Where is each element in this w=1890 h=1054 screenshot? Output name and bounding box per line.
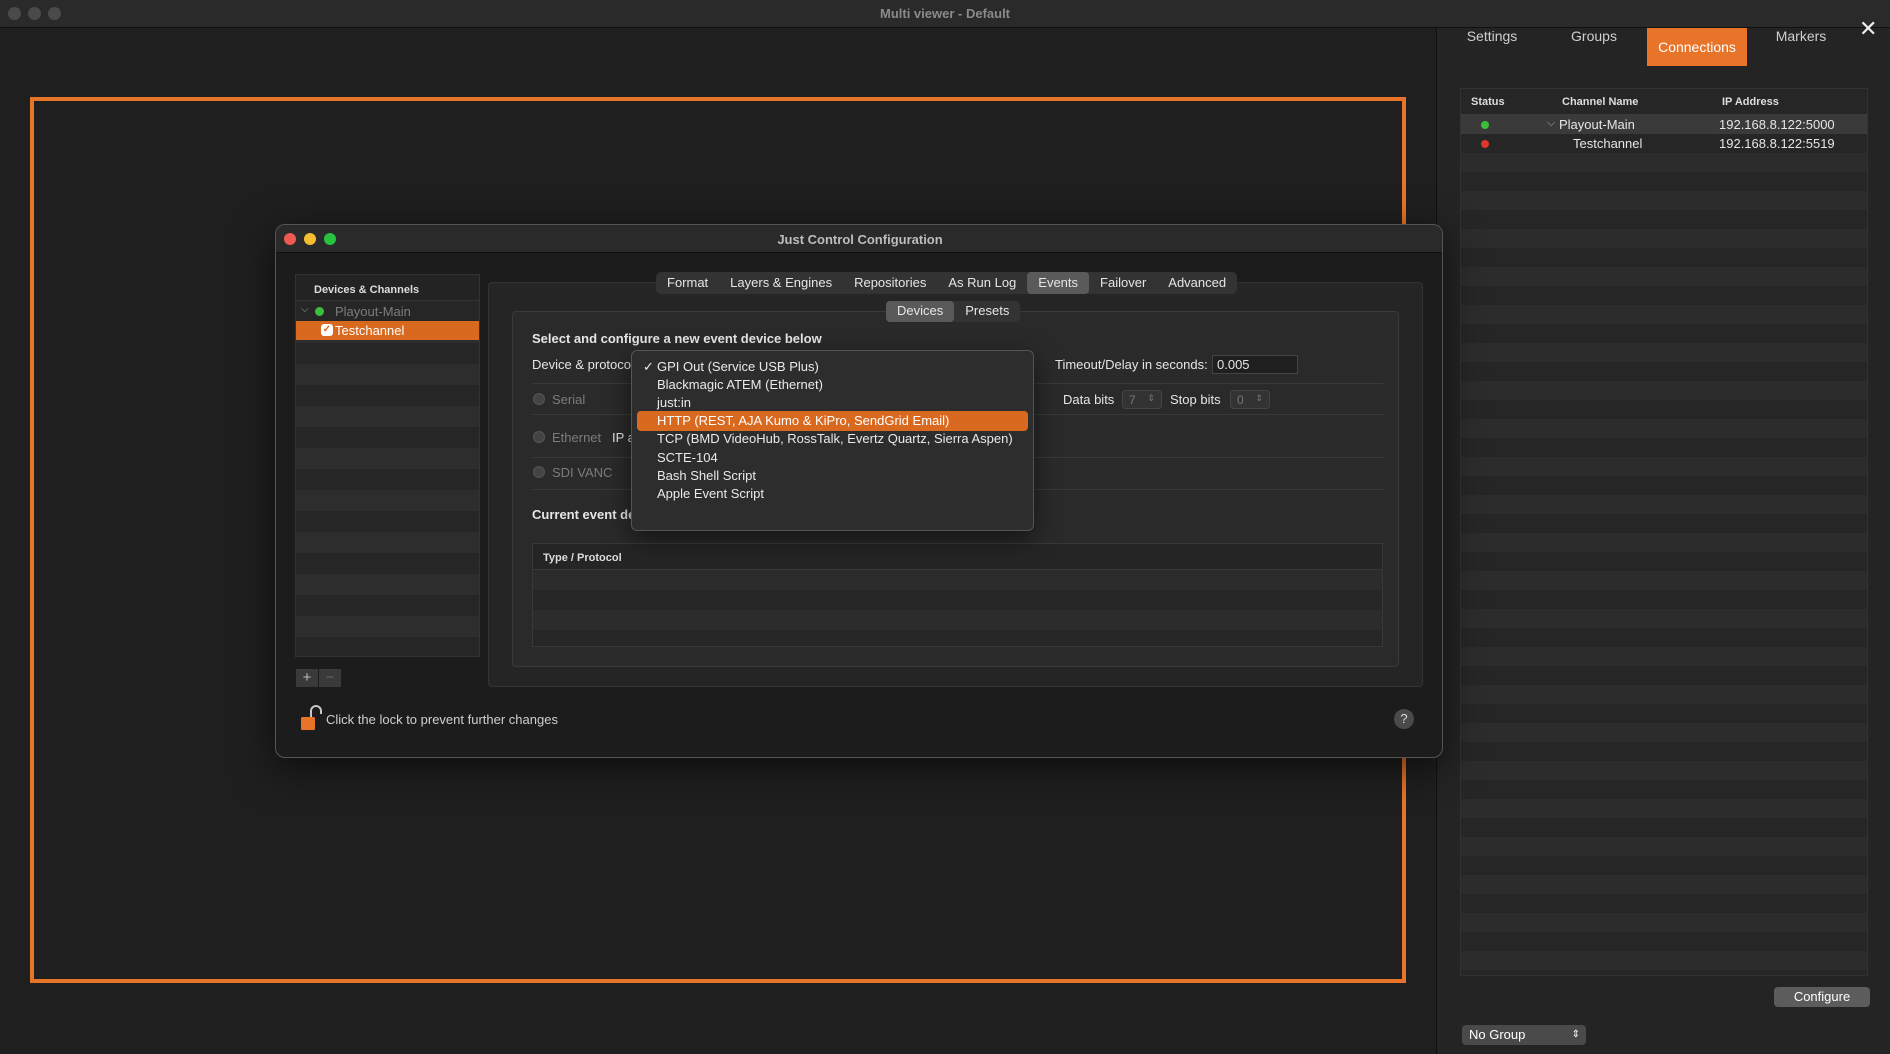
list-item[interactable]: ⌵ Playout-Main <box>296 302 479 321</box>
menu-item-blackmagic-atem[interactable]: Blackmagic ATEM (Ethernet) <box>637 375 1028 395</box>
serial-label: Serial <box>552 392 586 407</box>
list-item[interactable]: ✓ Testchannel <box>296 321 479 340</box>
lock-hint-text: Click the lock to prevent further change… <box>326 712 558 727</box>
chevron-down-icon[interactable]: ⌵ <box>301 304 309 315</box>
table-row[interactable]: ⌵ Playout-Main 192.168.8.122:5000 <box>1461 115 1867 134</box>
timeout-input[interactable]: 0.005 <box>1212 355 1298 374</box>
stop-bits-stepper[interactable]: 0 ⇕ <box>1230 390 1270 409</box>
menu-item-bash-shell-script[interactable]: Bash Shell Script <box>637 466 1028 486</box>
help-button[interactable]: ? <box>1394 709 1414 729</box>
channel-label: Testchannel <box>335 323 405 338</box>
dialog-title: Just Control Configuration <box>777 232 943 247</box>
close-icon[interactable]: ✕ <box>1859 16 1877 42</box>
menu-item-http[interactable]: HTTP (REST, AJA Kumo & KiPro, SendGrid E… <box>637 411 1028 431</box>
group-select[interactable]: No Group ⇕ <box>1462 1025 1586 1045</box>
chevron-down-icon[interactable]: ⌵ <box>1547 117 1555 130</box>
tab-markers[interactable]: Markers <box>1757 17 1845 55</box>
protocol-dropdown-menu: ✓ GPI Out (Service USB Plus) Blackmagic … <box>631 350 1034 531</box>
group-select-value: No Group <box>1469 1027 1526 1042</box>
subtab-devices[interactable]: Devices <box>886 301 955 322</box>
channel-name: Testchannel <box>1573 136 1643 151</box>
column-header-ip-address[interactable]: IP Address <box>1722 96 1779 108</box>
add-button[interactable]: + <box>296 669 318 687</box>
lock-open-icon[interactable] <box>300 705 322 731</box>
configure-button[interactable]: Configure <box>1774 987 1870 1007</box>
tab-events[interactable]: Events <box>1027 272 1090 294</box>
events-table: Type / Protocol <box>532 543 1383 647</box>
tab-advanced[interactable]: Advanced <box>1157 272 1237 294</box>
status-indicator <box>1481 121 1489 129</box>
tab-connections[interactable]: Connections <box>1647 28 1747 66</box>
dialog-titlebar: Just Control Configuration <box>276 225 1442 253</box>
serial-radio[interactable] <box>533 393 545 405</box>
checkmark-icon: ✓ <box>643 359 654 374</box>
current-events-label: Current event de <box>532 507 636 522</box>
tab-repositories[interactable]: Repositories <box>843 272 937 294</box>
menu-item-scte-104[interactable]: SCTE-104 <box>637 448 1028 468</box>
device-protocol-label: Device & protoco <box>532 357 631 372</box>
checkbox-checked[interactable]: ✓ <box>321 324 333 336</box>
table-row[interactable]: Testchannel 192.168.8.122:5519 <box>1461 134 1867 153</box>
column-header-type-protocol[interactable]: Type / Protocol <box>533 544 1382 570</box>
subtab-presets[interactable]: Presets <box>954 301 1020 322</box>
ip-address: 192.168.8.122:5519 <box>1719 136 1835 151</box>
tab-bar: Format Layers & Engines Repositories As … <box>656 272 1238 294</box>
channel-name: Playout-Main <box>1559 117 1635 132</box>
stop-bits-label: Stop bits <box>1170 392 1221 407</box>
ethernet-radio[interactable] <box>533 431 545 443</box>
device-label: Playout-Main <box>335 304 411 319</box>
ip-address: 192.168.8.122:5000 <box>1719 117 1835 132</box>
menu-item-tcp[interactable]: TCP (BMD VideoHub, RossTalk, Evertz Quar… <box>637 429 1028 449</box>
menu-item-justin[interactable]: just:in <box>637 393 1028 413</box>
devices-list-header: Devices & Channels <box>296 275 479 301</box>
tab-format[interactable]: Format <box>656 272 719 294</box>
status-indicator <box>1481 140 1489 148</box>
ethernet-label: Ethernet <box>552 430 602 445</box>
menu-item-gpi-out[interactable]: ✓ GPI Out (Service USB Plus) <box>637 357 1028 377</box>
chevron-updown-icon: ⇕ <box>1571 1029 1580 1040</box>
tab-as-run-log[interactable]: As Run Log <box>937 272 1027 294</box>
sdi-vanc-radio[interactable] <box>533 466 545 478</box>
data-bits-stepper[interactable]: 7 ⇕ <box>1122 390 1162 409</box>
tab-layers-engines[interactable]: Layers & Engines <box>719 272 843 294</box>
column-header-status[interactable]: Status <box>1471 96 1505 108</box>
devices-channels-list: Devices & Channels ⌵ Playout-Main ✓ Test… <box>295 274 480 657</box>
tab-settings[interactable]: Settings <box>1448 17 1536 55</box>
column-header-channel-name[interactable]: Channel Name <box>1562 96 1638 108</box>
sdi-vanc-label: SDI VANC <box>552 465 613 480</box>
remove-button[interactable]: − <box>319 669 341 687</box>
timeout-label: Timeout/Delay in seconds: <box>1055 357 1208 372</box>
subtab-bar: Devices Presets <box>886 301 1021 322</box>
section-title: Select and configure a new event device … <box>532 331 822 346</box>
tab-groups[interactable]: Groups <box>1550 17 1638 55</box>
status-indicator <box>315 307 324 316</box>
connections-table: Status Channel Name IP Address ⌵ Playout… <box>1460 88 1868 976</box>
connections-table-header: Status Channel Name IP Address <box>1461 89 1867 115</box>
menu-item-apple-event-script[interactable]: Apple Event Script <box>637 484 1028 504</box>
data-bits-label: Data bits <box>1063 392 1115 407</box>
tab-failover[interactable]: Failover <box>1089 272 1157 294</box>
